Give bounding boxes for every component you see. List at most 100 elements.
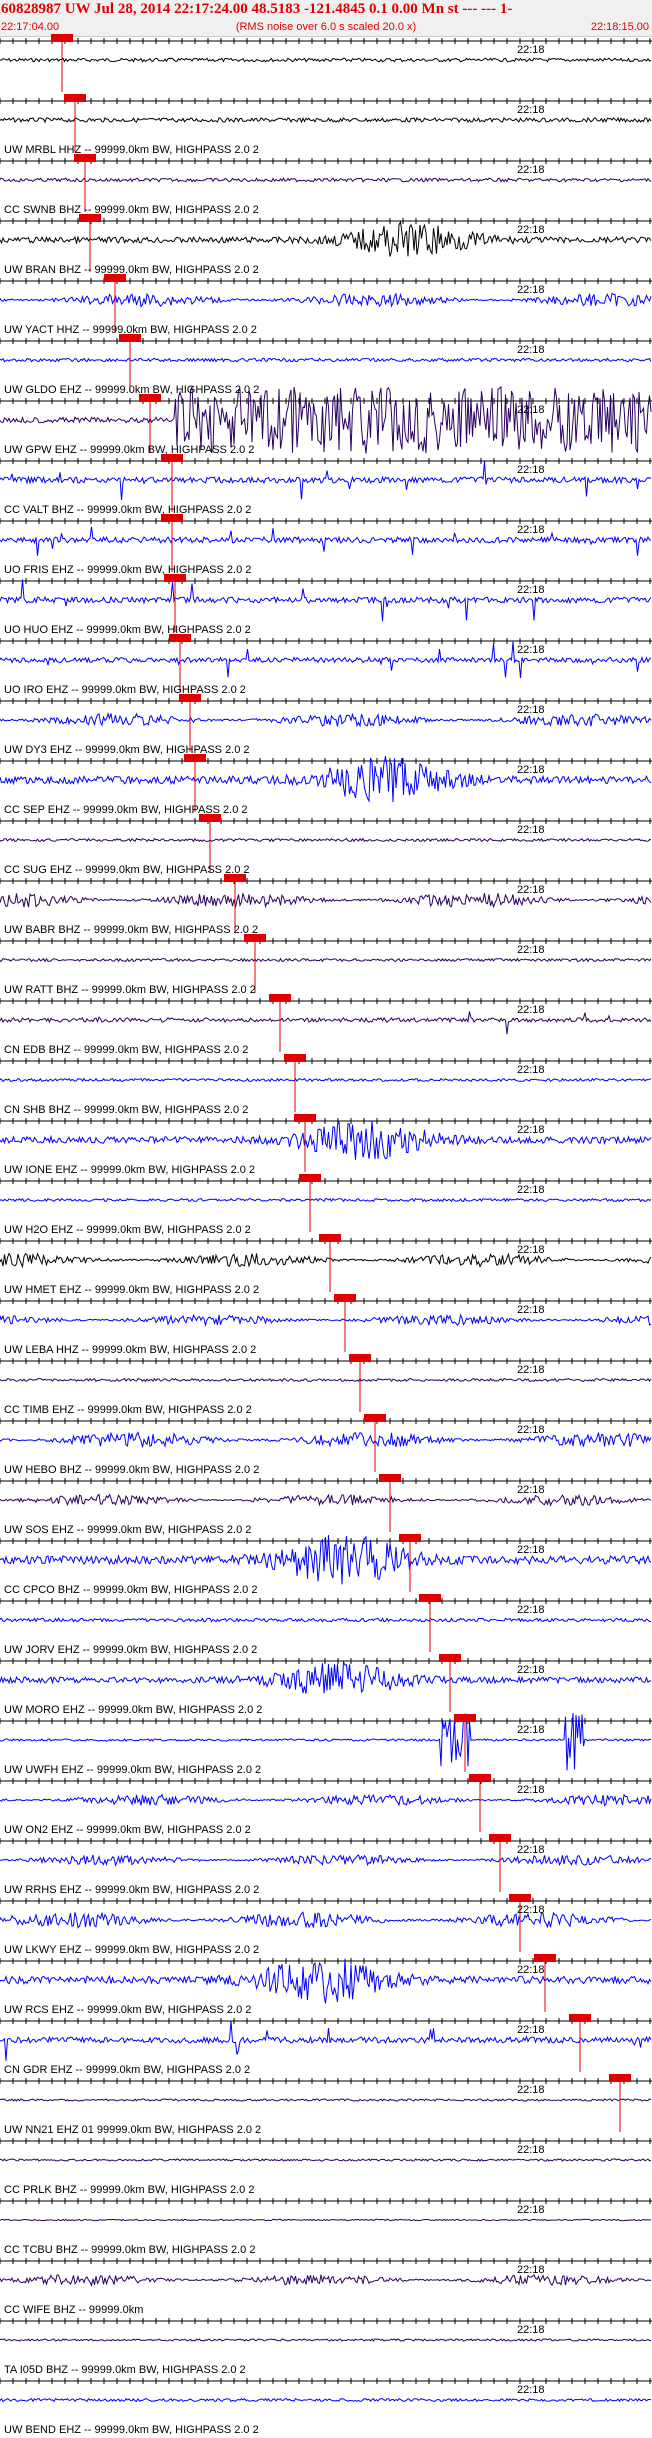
time-tick-row: [0, 458, 652, 464]
seismogram-trace: [0, 2158, 652, 2162]
seismogram-page: 60828987 UW Jul 28, 2014 22:17:24.00 48.…: [0, 0, 652, 2438]
station-label: UW LKWY EHZ -- 99999.0km BW, HIGHPASS 2.…: [4, 1944, 260, 1956]
station-label: UW RCS EHZ -- 99999.0km BW, HIGHPASS 2.0…: [4, 2004, 252, 2016]
minute-mark: 22:18: [517, 1304, 545, 1316]
time-tick-row: [0, 98, 652, 104]
time-tick-row: [0, 158, 652, 164]
seismogram-trace: [0, 1252, 652, 1269]
minute-mark: 22:18: [517, 1904, 545, 1916]
time-tick-row: [0, 2018, 652, 2024]
minute-mark: 22:18: [517, 1064, 545, 1076]
seismogram-trace: [0, 2218, 651, 2222]
minute-mark: 22:18: [517, 1424, 545, 1436]
station-label: CC SEP EHZ -- 99999.0km BW, HIGHPASS 2.0…: [4, 804, 248, 816]
minute-mark: 22:18: [517, 764, 545, 776]
station-label: UO HUO EHZ -- 99999.0km BW, HIGHPASS 2.0…: [4, 624, 251, 636]
time-tick-row: [0, 1418, 652, 1424]
station-label: TA I05D BHZ -- 99999.0km BW, HIGHPASS 2.…: [4, 2364, 246, 2376]
time-tick-row: [0, 758, 652, 764]
seismogram-trace: [0, 1535, 652, 1585]
time-tick-row: [0, 878, 652, 884]
seismogram-trace: [0, 2338, 652, 2342]
station-label: UW H2O EHZ -- 99999.0km BW, HIGHPASS 2.0…: [4, 1224, 251, 1236]
station-label: UW ON2 EHZ -- 99999.0km BW, HIGHPASS 2.0…: [4, 1824, 251, 1836]
seismogram-trace: [0, 1793, 652, 1807]
minute-mark: 22:18: [517, 2264, 545, 2276]
time-tick-row: [0, 1658, 652, 1664]
station-label: UW JORV EHZ -- 99999.0km BW, HIGHPASS 2.…: [4, 1644, 258, 1656]
time-tick-row: [0, 1718, 652, 1724]
station-label: UW BEND EHZ -- 99999.0km BW, HIGHPASS 2.…: [4, 2424, 259, 2436]
minute-mark: 22:18: [517, 1544, 545, 1556]
time-tick-row: [0, 638, 652, 644]
minute-mark: 22:18: [517, 524, 545, 536]
time-tick-row: [0, 1298, 652, 1304]
seismogram-trace: [0, 1958, 652, 2004]
seismogram-trace: [0, 2273, 652, 2288]
station-label: UW GLDO EHZ -- 99999.0km BW, HIGHPASS 2.…: [4, 384, 260, 396]
minute-mark: 22:18: [517, 884, 545, 896]
time-tick-row: [0, 698, 652, 704]
seismogram-trace: [0, 579, 652, 622]
time-tick-row: [0, 1118, 652, 1124]
time-tick-row: [0, 2258, 652, 2264]
minute-mark: 22:18: [517, 1124, 545, 1136]
minute-mark: 22:18: [517, 224, 545, 236]
minute-mark: 22:18: [517, 1364, 545, 1376]
minute-mark: 22:18: [517, 1844, 545, 1856]
minute-mark: 22:18: [517, 1004, 545, 1016]
minute-mark: 22:18: [517, 584, 545, 596]
minute-mark: 22:18: [517, 104, 545, 116]
time-tick-row: [0, 998, 652, 1004]
station-label: UO IRO EHZ -- 99999.0km BW, HIGHPASS 2.0…: [4, 684, 246, 696]
seismogram-trace: [0, 1493, 652, 1507]
station-label: UW UWFH EHZ -- 99999.0km BW, HIGHPASS 2.…: [4, 1764, 262, 1776]
station-label: UO FRIS EHZ -- 99999.0km BW, HIGHPASS 2.…: [4, 564, 252, 576]
minute-mark: 22:18: [517, 44, 545, 56]
seismogram-trace: [0, 292, 652, 308]
minute-mark: 22:18: [517, 404, 545, 416]
time-tick-row: [0, 1598, 652, 1604]
time-tick-row: [0, 1478, 652, 1484]
minute-mark: 22:18: [517, 2384, 545, 2396]
minute-mark: 22:18: [517, 1244, 545, 1256]
minute-mark: 22:18: [517, 2084, 545, 2096]
seismogram-trace: [0, 2020, 652, 2061]
seismogram-trace: [0, 116, 652, 124]
station-label: UW RATT BHZ -- 99999.0km BW, HIGHPASS 2.…: [4, 984, 256, 996]
time-tick-row: [0, 1778, 652, 1784]
seismogram-trace: [0, 1911, 652, 1929]
station-label: UW LEBA HHZ -- 99999.0km BW, HIGHPASS 2.…: [4, 1344, 257, 1356]
minute-mark: 22:18: [517, 2324, 545, 2336]
time-tick-row: [0, 818, 652, 824]
seismogram-trace: [0, 957, 652, 963]
station-label: CN EDB BHZ -- 99999.0km BW, HIGHPASS 2.0…: [4, 1044, 249, 1056]
station-label: UW YACT HHZ -- 99999.0km BW, HIGHPASS 2.…: [4, 324, 257, 336]
station-label: CN GDR EHZ -- 99999.0km BW, HIGHPASS 2.0…: [4, 2064, 251, 2076]
time-tick-row: [0, 1358, 652, 1364]
minute-mark: 22:18: [517, 1664, 545, 1676]
time-tick-row: [0, 2138, 652, 2144]
station-label: UW MRBL HHZ -- 99999.0km BW, HIGHPASS 2.…: [4, 144, 259, 156]
station-label: UW SOS EHZ -- 99999.0km BW, HIGHPASS 2.0…: [4, 1524, 252, 1536]
seismogram-trace: [0, 1431, 652, 1449]
time-tick-row: [0, 1058, 652, 1064]
station-label: CC PRLK BHZ -- 99999.0km BW, HIGHPASS 2.…: [4, 2184, 255, 2196]
seismogram-trace: [0, 1660, 652, 1694]
minute-mark: 22:18: [517, 1604, 545, 1616]
seismogram-trace: [0, 1011, 652, 1035]
station-label: UW MORO EHZ -- 99999.0km BW, HIGHPASS 2.…: [4, 1704, 263, 1716]
minute-mark: 22:18: [517, 1184, 545, 1196]
minute-mark: 22:18: [517, 1724, 545, 1736]
time-tick-row: [0, 278, 652, 284]
time-tick-row: [0, 578, 652, 584]
seismogram-trace: [0, 526, 652, 556]
minute-mark: 22:18: [517, 284, 545, 296]
minute-mark: 22:18: [517, 464, 545, 476]
seismogram-trace: [0, 1313, 652, 1328]
seismogram-trace: [0, 1377, 652, 1383]
seismogram-trace: [0, 357, 652, 363]
time-tick-row: [0, 2318, 652, 2324]
station-label: UW RRHS EHZ -- 99999.0km BW, HIGHPASS 2.…: [4, 1884, 260, 1896]
minute-mark: 22:18: [517, 2204, 545, 2216]
